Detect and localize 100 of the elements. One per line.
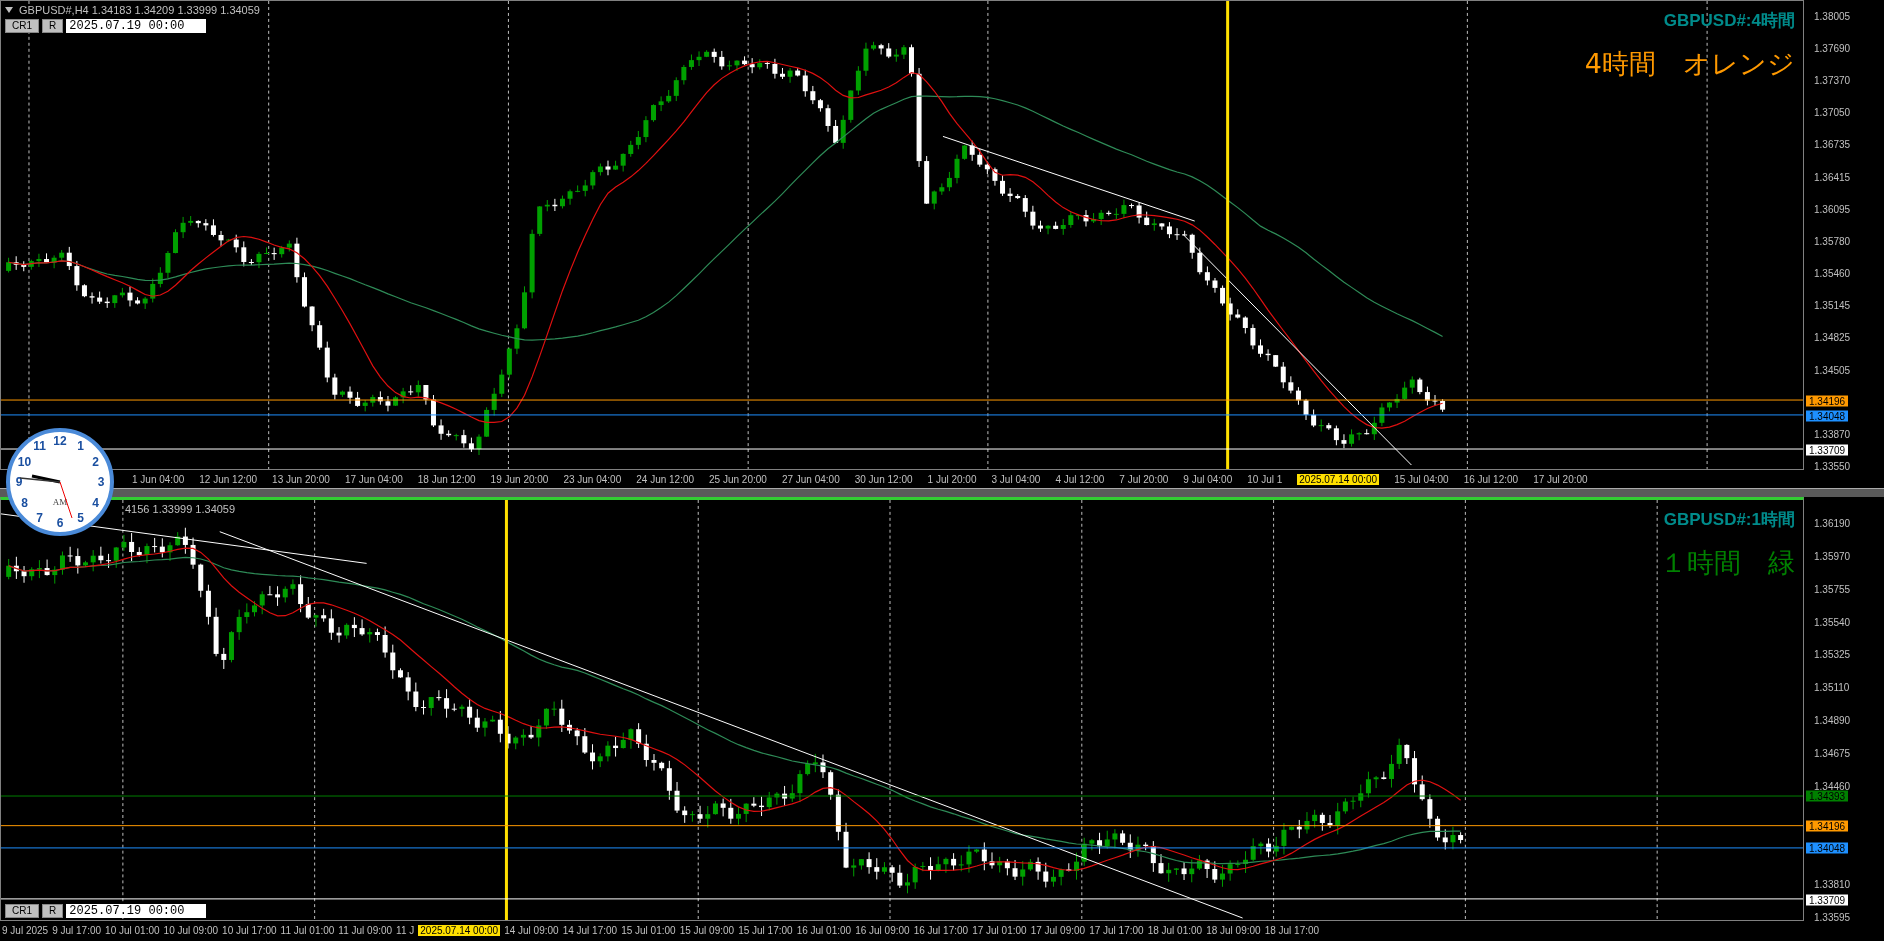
price-marker: 1.33709 — [1806, 444, 1849, 456]
chart-button[interactable]: CR1 — [5, 904, 39, 918]
timeframe-note: １時間 緑 — [1660, 546, 1795, 580]
time-label: 14 Jul 09:00 — [504, 924, 559, 936]
price-marker: 1.34196 — [1806, 820, 1849, 832]
price-tick-label: 1.37370 — [1814, 74, 1851, 86]
time-label: 15 Jul 09:00 — [679, 924, 735, 936]
time-label: 11 Jul 01:00 — [280, 924, 335, 936]
price-tick-label: 1.34505 — [1814, 364, 1851, 376]
chart-button[interactable]: CR1 — [5, 19, 39, 33]
chart-header-text: GBPUSD#,H4 1.34183 1.34209 1.33999 1.34059 — [19, 4, 260, 16]
price-tick-label: 1.35540 — [1814, 616, 1851, 628]
clock-numeral: 5 — [77, 510, 84, 525]
clock-numeral: 7 — [36, 510, 43, 525]
time-label: 27 Jun 04:00 — [781, 473, 840, 485]
price-tick-label: 1.35970 — [1814, 550, 1851, 562]
price-marker: 1.34048 — [1806, 842, 1849, 854]
clock-numeral: 12 — [53, 434, 67, 448]
price-tick-label: 1.34675 — [1814, 747, 1851, 759]
time-label: 10 Jul 1 — [1247, 473, 1283, 485]
time-label: 9 Jul 04:00 — [1183, 473, 1233, 485]
time-label: 7 Jul 20:00 — [1119, 473, 1169, 485]
price-tick-label: 1.36095 — [1814, 203, 1851, 215]
time-label: 2025.07.14 00:00 — [1297, 473, 1380, 485]
price-marker: 1.34393 — [1806, 790, 1849, 802]
clock-numeral: 4 — [92, 495, 99, 510]
time-label: 12 Jun 12:00 — [199, 473, 258, 485]
price-tick-label: 1.33810 — [1814, 878, 1851, 890]
time-label: 15 Jul 17:00 — [738, 924, 793, 936]
chart-button[interactable]: R — [42, 904, 64, 918]
price-tick-label: 1.36190 — [1814, 517, 1851, 529]
chart-button[interactable]: R — [42, 19, 64, 33]
price-tick-label: 1.33550 — [1814, 460, 1851, 472]
time-label: 1 Jun 04:00 — [132, 473, 185, 485]
time-label: 9 Jul 17:00 — [52, 924, 102, 936]
clock-numeral: 11 — [33, 439, 46, 454]
time-label: 10 Jul 09:00 — [163, 924, 219, 936]
time-label: 17 Jul 09:00 — [1030, 924, 1086, 936]
price-tick-label: 1.35325 — [1814, 648, 1851, 660]
time-label: 18 Jun 12:00 — [417, 473, 476, 485]
price-tick-label: 1.35110 — [1814, 681, 1850, 693]
price-tick-label: 1.35460 — [1814, 267, 1851, 279]
price-tick-label: 1.34825 — [1814, 331, 1851, 343]
time-label: 16 Jul 17:00 — [913, 924, 969, 936]
chart-header-text: 4156 1.33999 1.34059 — [125, 503, 236, 515]
time-label: 2025.07.14 00:00 — [418, 924, 501, 936]
price-marker: 1.34196 — [1806, 395, 1849, 407]
price-tick-label: 1.37050 — [1814, 106, 1851, 118]
price-tick-label: 1.35145 — [1814, 299, 1851, 311]
time-label: 16 Jul 01:00 — [796, 924, 852, 936]
symbol-label: GBPUSD#:1時間 — [1663, 509, 1795, 531]
price-tick-label: 1.38005 — [1814, 10, 1851, 22]
time-label: 18 Jul 09:00 — [1206, 924, 1261, 936]
time-label: 24 Jun 12:00 — [636, 473, 695, 485]
time-label: 10 Jul 01:00 — [105, 924, 160, 936]
time-label: 16 Jul 09:00 — [855, 924, 910, 936]
price-tick-label: 1.37690 — [1814, 42, 1851, 54]
time-label: 13 Jun 20:00 — [272, 473, 330, 485]
clock-numeral: 2 — [92, 454, 99, 469]
date-field[interactable]: 2025.07.19 00:00 — [66, 19, 207, 33]
time-label: 17 Jul 17:00 — [1089, 924, 1144, 936]
time-label: 15 Jul 04:00 — [1394, 473, 1449, 485]
price-tick-label: 1.36415 — [1814, 171, 1851, 183]
price-marker: 1.33709 — [1806, 894, 1849, 906]
time-label: 23 Jun 04:00 — [563, 473, 622, 485]
time-label: 19 Jun 20:00 — [490, 473, 549, 485]
time-label: 3 Jul 04:00 — [991, 473, 1041, 485]
time-label: 17 Jun 04:00 — [344, 473, 403, 485]
clock-numeral: 6 — [56, 516, 64, 530]
time-label: 18 Jul 01:00 — [1147, 924, 1203, 936]
price-tick-label: 1.35780 — [1814, 235, 1851, 247]
time-label: 17 Jul 20:00 — [1533, 473, 1588, 485]
clock-period-label: AM — [52, 497, 68, 507]
clock-numeral: 10 — [17, 454, 32, 469]
time-label: 30 Jun 12:00 — [854, 473, 913, 485]
price-tick-label: 1.35755 — [1814, 583, 1851, 595]
price-tick-label: 1.36735 — [1814, 138, 1851, 150]
price-tick-label: 1.34460 — [1814, 780, 1851, 792]
price-marker: 1.34048 — [1806, 410, 1849, 422]
time-label: 4 Jul 12:00 — [1055, 473, 1105, 485]
price-tick-label: 1.33870 — [1814, 428, 1851, 440]
date-field[interactable]: 2025.07.19 00:00 — [66, 904, 207, 918]
symbol-label: GBPUSD#:4時間 — [1663, 10, 1795, 32]
timeframe-note: 4時間 オレンジ — [1584, 47, 1795, 81]
price-tick-label: 1.33595 — [1814, 911, 1851, 923]
time-label: 18 Jul 17:00 — [1264, 924, 1320, 936]
clock-numeral: 1 — [77, 439, 84, 454]
time-label: 25 Jun 20:00 — [709, 473, 767, 485]
time-label: 11 J — [396, 924, 415, 936]
price-tick-label: 1.34890 — [1814, 714, 1851, 726]
time-label: 16 Jul 12:00 — [1463, 473, 1519, 485]
time-label: 17 Jul 01:00 — [972, 924, 1027, 936]
time-label: 14 Jul 17:00 — [562, 924, 618, 936]
time-label: 9 Jul 2025 — [2, 924, 49, 936]
time-label: 15 Jul 01:00 — [621, 924, 676, 936]
time-label: 10 Jul 17:00 — [222, 924, 277, 936]
time-label: 1 Jul 20:00 — [927, 473, 977, 485]
clock-numeral: 8 — [21, 495, 28, 510]
time-label: 11 Jul 09:00 — [338, 924, 393, 936]
clock-numeral: 3 — [97, 475, 105, 489]
